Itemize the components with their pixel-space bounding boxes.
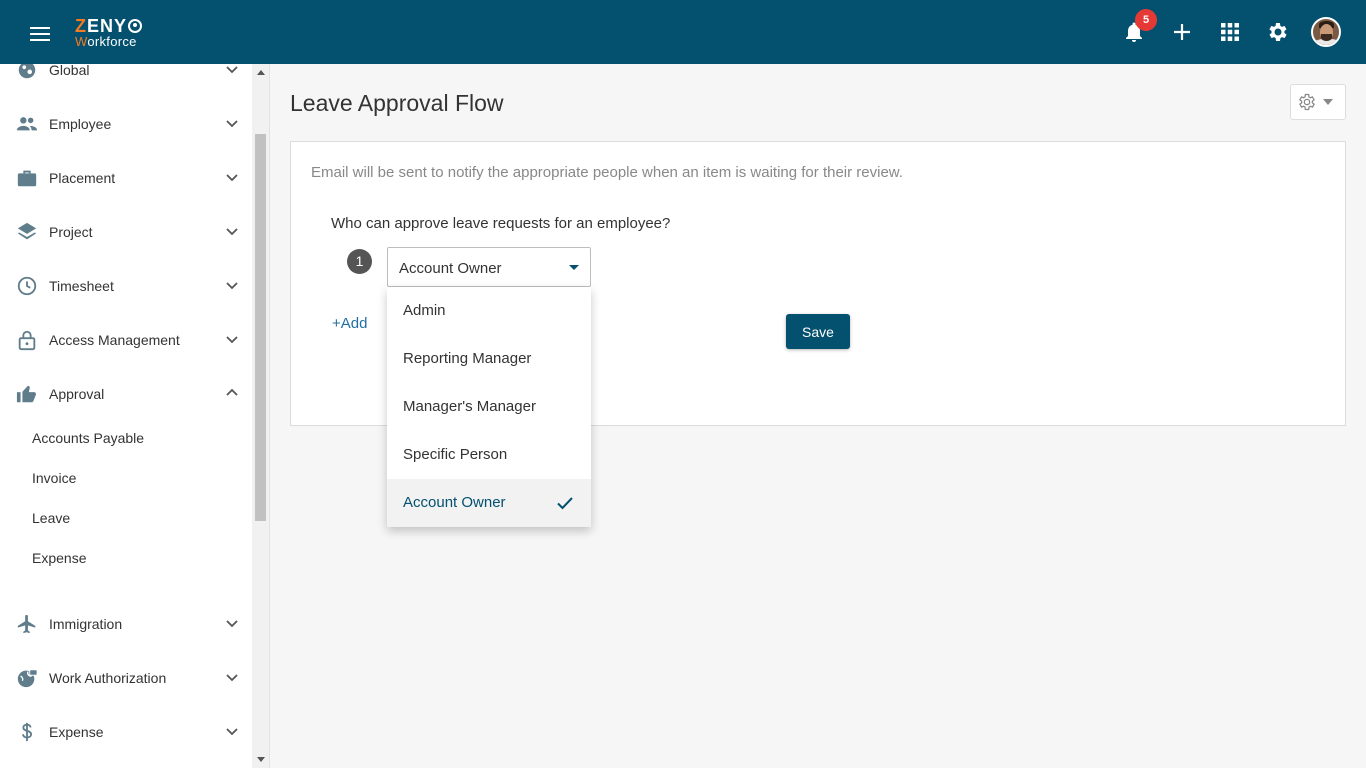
sidebar-item-employee[interactable]: Employee	[0, 105, 252, 145]
globe-lock-icon	[17, 669, 38, 688]
email-notice-text: Email will be sent to notify the appropr…	[311, 164, 903, 181]
chevron-up-icon	[226, 388, 238, 396]
dollar-icon	[21, 722, 33, 742]
dropdown-option-reporting-manager[interactable]: Reporting Manager	[387, 335, 591, 383]
sidebar-item-label: Placement	[49, 170, 116, 186]
sidebar-item-label: Project	[49, 224, 93, 240]
notification-badge: 5	[1135, 9, 1157, 31]
sidebar-item-work-authorization[interactable]: Work Authorization	[0, 659, 252, 699]
thumbs-up-icon	[16, 385, 37, 403]
lock-icon	[18, 330, 36, 351]
airplane-icon	[17, 614, 36, 634]
sidebar-item-label: Work Authorization	[49, 670, 167, 686]
option-label: Account Owner	[403, 494, 506, 511]
approver-select[interactable]: Account Owner	[387, 247, 591, 287]
clock-icon	[17, 276, 37, 296]
page-title: Leave Approval Flow	[290, 90, 504, 116]
chevron-down-icon	[226, 336, 238, 344]
sidebar: Global Employee Placement Project Timesh…	[0, 64, 270, 768]
scroll-up-arrow-icon[interactable]	[256, 69, 266, 77]
chevron-down-icon	[226, 282, 238, 290]
briefcase-icon	[17, 170, 37, 187]
page-settings-button[interactable]	[1290, 84, 1346, 120]
sidebar-item-global[interactable]: Global	[0, 64, 252, 91]
sidebar-item-timesheet[interactable]: Timesheet	[0, 267, 252, 307]
dropdown-option-managers-manager[interactable]: Manager's Manager	[387, 383, 591, 431]
chevron-down-icon	[226, 620, 238, 628]
caret-down-icon	[569, 265, 579, 270]
people-icon	[16, 117, 38, 131]
sidebar-subitem-leave[interactable]: Leave	[32, 510, 70, 526]
dropdown-option-account-owner[interactable]: Account Owner	[387, 479, 591, 527]
approver-dropdown-menu: Admin Reporting Manager Manager's Manage…	[387, 287, 591, 527]
apps-grid-icon[interactable]	[1218, 20, 1242, 44]
checkmark-icon	[557, 497, 573, 510]
sidebar-item-label: Access Management	[49, 332, 180, 348]
avatar[interactable]	[1311, 17, 1341, 47]
app-logo[interactable]: ZENY Workforce	[75, 16, 143, 48]
sidebar-subitem-accounts-payable[interactable]: Accounts Payable	[32, 430, 144, 446]
option-label: Reporting Manager	[403, 350, 532, 367]
sidebar-item-placement[interactable]: Placement	[0, 159, 252, 199]
sidebar-subitem-invoice[interactable]: Invoice	[32, 470, 76, 486]
sidebar-item-project[interactable]: Project	[0, 213, 252, 253]
sidebar-item-label: Immigration	[49, 616, 123, 632]
layers-icon	[17, 222, 37, 240]
top-app-bar: ZENY Workforce 5	[0, 0, 1366, 64]
sidebar-item-access-management[interactable]: Access Management	[0, 321, 252, 361]
option-label: Admin	[403, 302, 446, 319]
sidebar-item-label: Timesheet	[49, 278, 114, 294]
chevron-down-icon	[226, 228, 238, 236]
add-approver-link[interactable]: +Add	[332, 315, 367, 332]
gear-outline-icon	[1299, 93, 1315, 111]
approver-select-value: Account Owner	[399, 260, 502, 277]
step-number-badge: 1	[347, 249, 372, 274]
menu-icon[interactable]	[30, 27, 50, 41]
sidebar-item-label: Employee	[49, 116, 112, 132]
chevron-down-icon	[226, 728, 238, 736]
scroll-down-arrow-icon[interactable]	[256, 755, 266, 763]
sidebar-item-label: Global	[49, 64, 90, 78]
chevron-down-icon	[226, 66, 238, 74]
sidebar-item-approval[interactable]: Approval	[0, 375, 252, 415]
sidebar-subitem-expense[interactable]: Expense	[32, 550, 86, 566]
sidebar-item-immigration[interactable]: Immigration	[0, 605, 252, 645]
plus-icon[interactable]	[1170, 20, 1194, 44]
caret-down-icon	[1323, 99, 1333, 105]
approver-question: Who can approve leave requests for an em…	[331, 215, 671, 232]
dropdown-option-admin[interactable]: Admin	[387, 287, 591, 335]
sidebar-item-expense[interactable]: Expense	[0, 713, 252, 753]
dropdown-option-specific-person[interactable]: Specific Person	[387, 431, 591, 479]
option-label: Specific Person	[403, 446, 508, 463]
chevron-down-icon	[226, 174, 238, 182]
chevron-down-icon	[226, 674, 238, 682]
sidebar-scrollbar-thumb[interactable]	[255, 134, 266, 521]
gear-icon[interactable]	[1266, 20, 1290, 44]
sidebar-item-label: Approval	[49, 386, 105, 402]
chevron-down-icon	[226, 120, 238, 128]
brand-main-rest: ENY	[87, 16, 128, 36]
sidebar-item-label: Expense	[49, 724, 104, 740]
globe-icon	[18, 64, 36, 79]
option-label: Manager's Manager	[403, 398, 536, 415]
save-button[interactable]: Save	[786, 314, 850, 349]
